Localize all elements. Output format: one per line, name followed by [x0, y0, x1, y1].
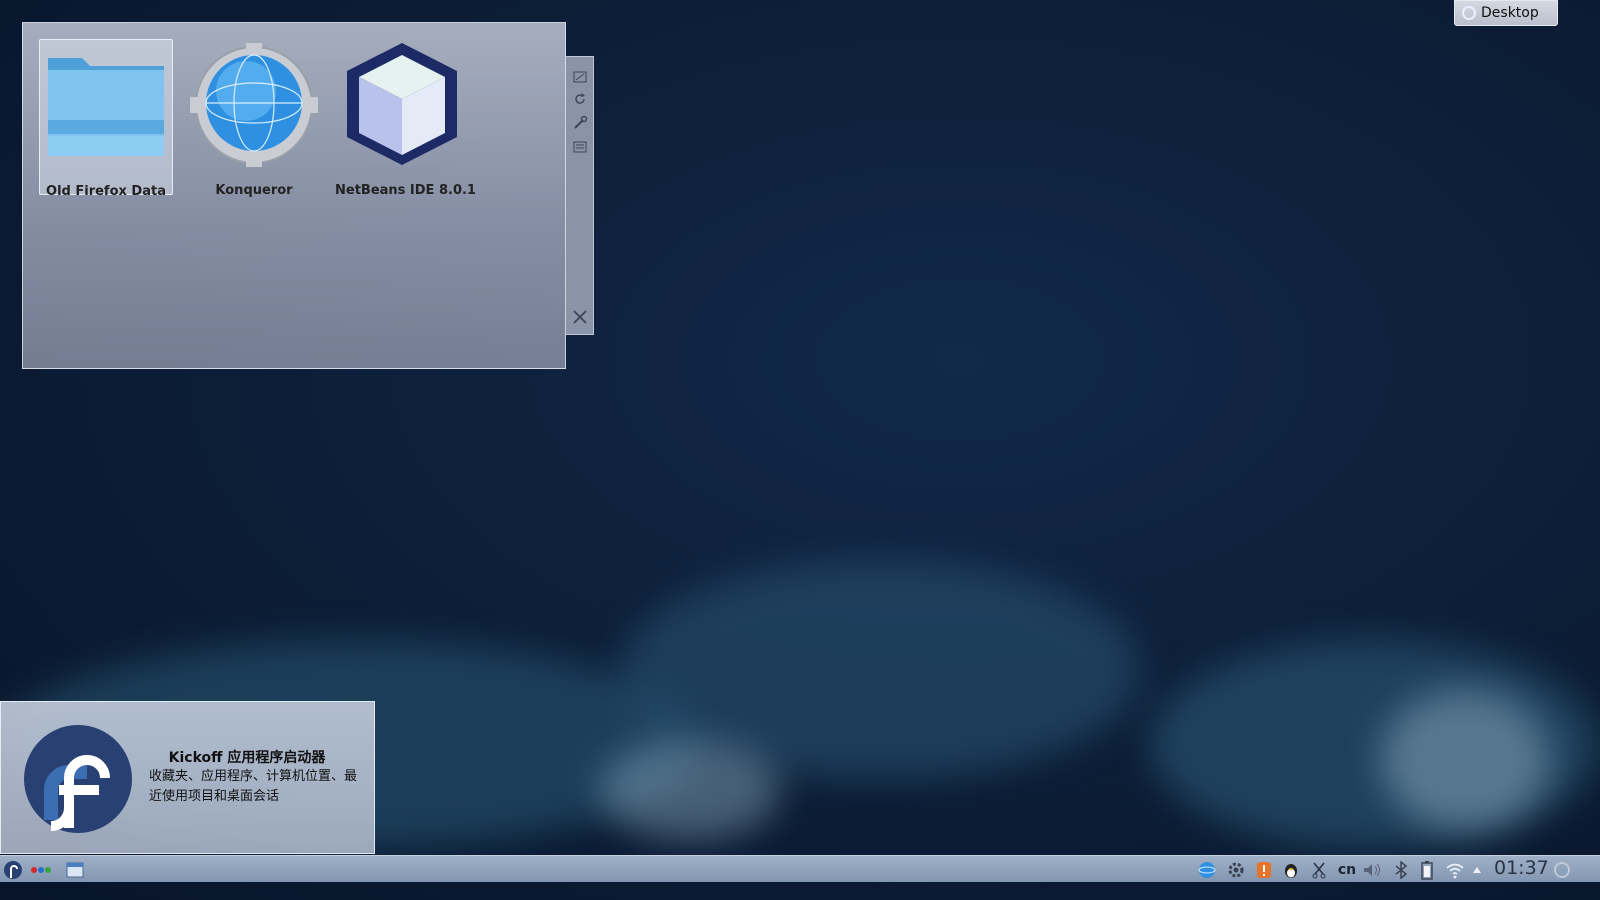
- konqueror-globe-icon: [190, 43, 318, 167]
- activities-dots-icon[interactable]: [30, 865, 52, 875]
- desktop-item-konqueror[interactable]: Konqueror: [187, 39, 321, 198]
- item-label: NetBeans IDE 8.0.1: [335, 183, 476, 198]
- wifi-icon[interactable]: [1445, 860, 1465, 880]
- folder-icon: [48, 58, 164, 156]
- battery-icon[interactable]: [1417, 860, 1437, 880]
- desktop-toolbox-button[interactable]: Desktop: [1454, 0, 1558, 26]
- network-globe-icon[interactable]: [1197, 860, 1217, 880]
- fedora-logo-icon: [24, 725, 132, 833]
- tooltip-title: Kickoff 应用程序启动器: [168, 750, 326, 766]
- desktop-item-netbeans[interactable]: NetBeans IDE 8.0.1: [335, 39, 476, 198]
- desktop-toolbox-label: Desktop: [1481, 5, 1539, 21]
- item-label: Old Firefox Data: [46, 184, 166, 199]
- netbeans-cube-icon: [347, 43, 457, 165]
- keyboard-layout-label: cn: [1337, 862, 1357, 878]
- fedora-launcher-icon[interactable]: [3, 860, 23, 880]
- folder-view-widget: Old Firefox Data Konqueror NetBeans IDE …: [22, 22, 566, 369]
- klipper-scissors-icon[interactable]: [1309, 860, 1329, 880]
- desktop-item-old-firefox-data[interactable]: Old Firefox Data: [39, 39, 173, 199]
- wallpaper-cloud: [1380, 690, 1550, 830]
- qq-penguin-icon[interactable]: [1281, 860, 1301, 880]
- tray-expand-arrow-icon[interactable]: [1470, 860, 1484, 880]
- digital-clock[interactable]: 01:37: [1494, 857, 1549, 879]
- panel-toolbox-icon[interactable]: [1552, 860, 1572, 880]
- volume-icon[interactable]: [1362, 860, 1382, 880]
- notification-alert-icon[interactable]: [1254, 860, 1274, 880]
- keyboard-layout-indicator[interactable]: cn: [1336, 860, 1358, 880]
- rotate-icon[interactable]: [572, 91, 588, 107]
- tooltip-description: 收藏夹、应用程序、计算机位置、最近使用项目和桌面会话: [149, 769, 358, 804]
- system-settings-icon[interactable]: [1226, 860, 1246, 880]
- plasma-toolbox-icon: [1462, 6, 1476, 20]
- bluetooth-icon[interactable]: [1391, 860, 1411, 880]
- wallpaper-cloud: [600, 740, 780, 840]
- window-task-icon[interactable]: [66, 862, 84, 878]
- close-icon[interactable]: [572, 309, 588, 325]
- settings-wrench-icon[interactable]: [572, 115, 588, 131]
- item-label: Konqueror: [215, 183, 293, 198]
- widget-handle-toolbar: [566, 56, 594, 335]
- kickoff-tooltip: Kickoff 应用程序启动器 收藏夹、应用程序、计算机位置、最近使用项目和桌面…: [0, 701, 375, 854]
- resize-icon[interactable]: [572, 69, 588, 85]
- more-options-icon[interactable]: [572, 139, 588, 155]
- taskbar-panel: cn 01:37: [0, 855, 1600, 882]
